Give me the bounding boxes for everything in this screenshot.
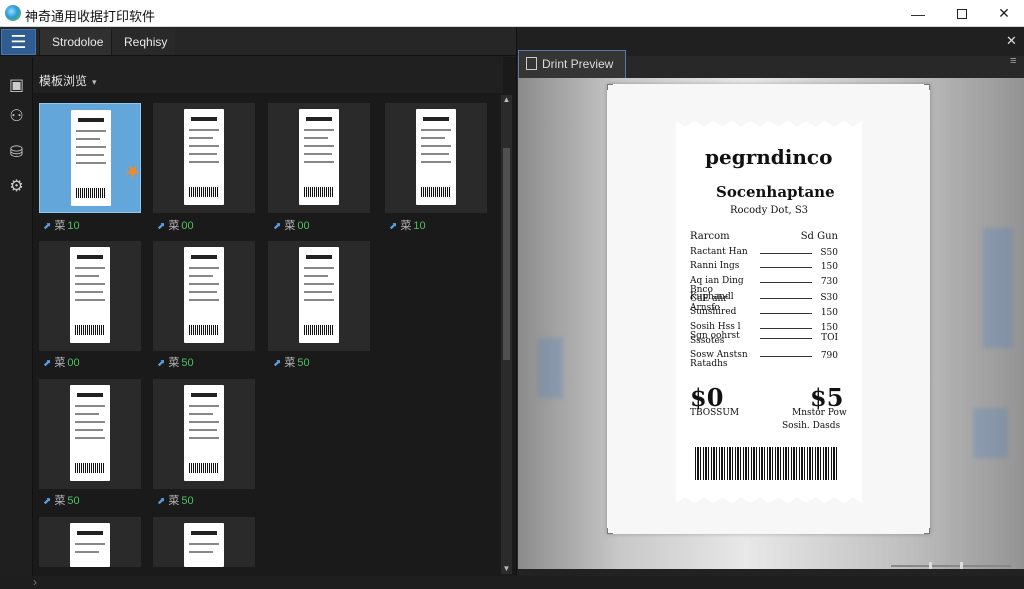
print-preview-panel: ✕ Drint Preview ≡ pegrndinco Socenhaptan… xyxy=(516,27,1024,576)
receipt-line-item: Sunshired 150 xyxy=(690,307,838,319)
link-icon: ⬈ xyxy=(157,358,166,369)
zoom-slider[interactable] xyxy=(891,562,1011,569)
template-thumb-11[interactable] xyxy=(153,517,255,567)
preview-menu-icon[interactable]: ≡ xyxy=(1010,55,1016,67)
maximize-button[interactable] xyxy=(941,0,983,27)
preview-canvas: pegrndinco Socenhaptane Rocody Dot, S3 R… xyxy=(518,78,1024,569)
document-icon[interactable]: ▣ xyxy=(7,76,26,95)
receipt-total-left-sub: TBOSSUM xyxy=(690,408,740,418)
tab-reqhisy[interactable]: Reqhisy xyxy=(111,29,175,55)
settings-gear-icon[interactable]: ⚙ xyxy=(7,177,26,196)
receipt-thumbnail xyxy=(184,385,224,481)
thumb-caption-3: ⬈ 菜 00 xyxy=(273,220,310,232)
template-thumb-4[interactable] xyxy=(385,103,487,213)
scroll-up-icon[interactable]: ▲ xyxy=(502,95,511,105)
paper-sheet: pegrndinco Socenhaptane Rocody Dot, S3 R… xyxy=(607,84,930,534)
gallery-scrollbar[interactable]: ▲ ▼ xyxy=(501,95,512,574)
preview-close-icon[interactable]: ✕ xyxy=(1006,33,1017,49)
maximize-icon xyxy=(957,8,967,19)
thumb-caption-1: ⬈ 菜 10 xyxy=(43,220,80,232)
chevron-down-icon: ▾ xyxy=(92,77,97,87)
main-area: ☰ Strodoloe Reqhisy ▣ ⚇ ⛁ ⚙ 模板浏览 ▾ ⬈ 菜 10 ⬈… xyxy=(0,27,1024,589)
receipt-meta: Rocody Dot, S3 xyxy=(730,205,809,216)
template-thumb-5[interactable] xyxy=(39,241,141,351)
link-icon: ⬈ xyxy=(43,496,52,507)
print-preview-tab[interactable]: Drint Preview xyxy=(518,50,626,78)
receipt-column-header: Rarcom Sd Gun xyxy=(690,231,838,242)
link-icon: ⬈ xyxy=(43,221,52,232)
receipt-thumbnail xyxy=(184,109,224,205)
people-icon[interactable]: ⚇ xyxy=(7,107,26,126)
receipt-thumbnail xyxy=(299,247,339,343)
receipt-thumbnail xyxy=(416,109,456,205)
hamburger-menu-icon[interactable]: ☰ xyxy=(1,29,36,55)
template-thumb-10[interactable] xyxy=(39,517,141,567)
zoom-slider-knob[interactable] xyxy=(929,562,932,569)
receipt-line-item: Ranni Ings 150 xyxy=(690,261,838,273)
template-thumb-7[interactable] xyxy=(268,241,370,351)
template-thumb-8[interactable] xyxy=(39,379,141,489)
top-toolbar: ☰ Strodoloe Reqhisy xyxy=(0,27,516,56)
template-thumb-6[interactable] xyxy=(153,241,255,351)
thumb-caption-5: ⬈ 菜 00 xyxy=(43,357,80,369)
chevron-right-icon[interactable]: › xyxy=(33,575,61,589)
thumb-caption-9: ⬈ 菜 50 xyxy=(157,495,194,507)
close-button[interactable]: ✕ xyxy=(983,0,1024,27)
document-icon xyxy=(526,57,537,70)
scroll-down-icon[interactable]: ▼ xyxy=(502,564,511,574)
template-thumb-9[interactable] xyxy=(153,379,255,489)
tab-strodoloe[interactable]: Strodoloe xyxy=(39,29,111,55)
thumb-caption-4: ⬈ 菜 10 xyxy=(389,220,426,232)
template-thumb-3[interactable] xyxy=(268,103,370,213)
title-bar: 神奇通用收据打印软件 — ✕ xyxy=(0,0,1024,27)
window-title: 神奇通用收据打印软件 xyxy=(25,9,156,24)
link-icon: ⬈ xyxy=(273,358,282,369)
database-icon[interactable]: ⛁ xyxy=(7,143,26,162)
link-icon: ⬈ xyxy=(273,221,282,232)
link-icon: ⬈ xyxy=(389,221,398,232)
thumb-caption-6: ⬈ 菜 50 xyxy=(157,357,194,369)
receipt-thumbnail xyxy=(70,385,110,481)
receipt-total-right-sub: Mnstor Pow xyxy=(792,408,847,418)
dropdown-label: 模板浏览 xyxy=(39,74,88,88)
receipt-line-item: Ractant Han S50 xyxy=(690,247,838,259)
thumb-caption-2: ⬈ 菜 00 xyxy=(157,220,194,232)
app-logo-icon xyxy=(5,5,21,21)
receipt-barcode xyxy=(695,447,837,480)
template-thumb-2[interactable] xyxy=(153,103,255,213)
receipt-thumbnail xyxy=(71,110,111,206)
link-icon: ⬈ xyxy=(43,358,52,369)
receipt-thumbnail xyxy=(184,523,224,567)
receipt-title: pegrndinco xyxy=(705,145,833,169)
receipt-line-item: Sssotes TOI xyxy=(690,333,838,346)
star-badge-icon xyxy=(123,161,142,180)
receipt-preview: pegrndinco Socenhaptane Rocody Dot, S3 R… xyxy=(676,121,862,503)
left-icon-rail: ▣ ⚇ ⛁ ⚙ xyxy=(0,57,33,576)
gallery-header: 模板浏览 ▾ xyxy=(33,57,503,93)
preview-bottom-bar xyxy=(517,569,1024,576)
thumb-caption-7: ⬈ 菜 50 xyxy=(273,357,310,369)
link-icon: ⬈ xyxy=(157,496,166,507)
receipt-thumbnail xyxy=(184,247,224,343)
receipt-line-item: Sosw Anstsn Ratadhs 790 xyxy=(690,350,838,369)
scrollbar-thumb[interactable] xyxy=(503,148,510,360)
minimize-button[interactable]: — xyxy=(897,0,939,27)
link-icon: ⬈ xyxy=(157,221,166,232)
template-browse-dropdown[interactable]: 模板浏览 ▾ xyxy=(39,72,97,89)
receipt-thumbnail xyxy=(70,247,110,343)
template-thumb-1[interactable] xyxy=(39,103,141,213)
zoom-slider-marker[interactable] xyxy=(960,562,963,569)
receipt-thumbnail xyxy=(299,109,339,205)
receipt-line-item: Kuphandl S30 xyxy=(690,292,838,304)
thumb-caption-8: ⬈ 菜 50 xyxy=(43,495,80,507)
template-gallery: 模板浏览 ▾ ⬈ 菜 10 ⬈ 菜 00 ⬈ 菜 00 ⬈ 菜 10 ⬈ 菜 00 ⬈ 菜 50 ⬈ 菜 50… xyxy=(33,57,516,589)
receipt-total-right-sub2: Sosih. Dasds xyxy=(782,421,841,431)
receipt-thumbnail xyxy=(70,523,110,567)
receipt-subtitle: Socenhaptane xyxy=(716,183,835,201)
